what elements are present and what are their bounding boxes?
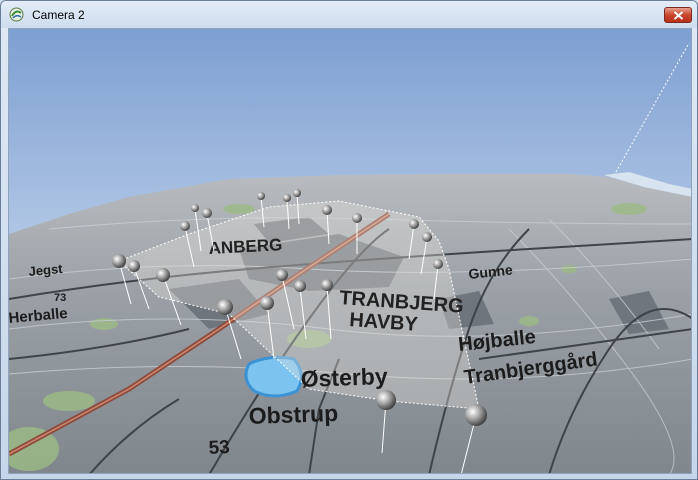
control-point[interactable] xyxy=(202,208,212,218)
control-point[interactable] xyxy=(112,254,126,268)
control-point[interactable] xyxy=(321,279,333,291)
control-point[interactable] xyxy=(276,269,288,281)
label-jegstrup: Jegst xyxy=(28,261,64,279)
close-button[interactable] xyxy=(664,7,692,23)
control-point[interactable] xyxy=(422,232,432,242)
control-point[interactable] xyxy=(465,404,487,426)
control-point[interactable] xyxy=(283,194,291,202)
control-point[interactable] xyxy=(322,205,332,215)
control-point[interactable] xyxy=(293,189,301,197)
control-point[interactable] xyxy=(409,219,419,229)
3d-map-viewport[interactable]: ANBERG TRANBJERG HAVBY Østerby Obstrup H… xyxy=(8,28,692,474)
app-logo-icon xyxy=(9,7,24,22)
control-point[interactable] xyxy=(180,221,190,231)
label-number-73: 73 xyxy=(54,292,66,304)
label-number-53: 53 xyxy=(208,437,230,459)
control-point[interactable] xyxy=(294,280,306,292)
control-point[interactable] xyxy=(433,259,443,269)
control-point[interactable] xyxy=(156,268,170,282)
title-bar[interactable]: Camera 2 xyxy=(1,1,697,28)
label-obstrup: Obstrup xyxy=(248,400,338,429)
control-point[interactable] xyxy=(128,260,140,272)
label-anberg: ANBERG xyxy=(208,235,283,258)
control-point[interactable] xyxy=(376,390,396,410)
terrain-scene: ANBERG TRANBJERG HAVBY Østerby Obstrup H… xyxy=(9,29,691,473)
control-point[interactable] xyxy=(352,213,362,223)
camera-window: Camera 2 ANBERG TRANBJERG HAVBY Østerby … xyxy=(0,0,698,480)
control-point[interactable] xyxy=(260,296,274,310)
window-title: Camera 2 xyxy=(32,8,85,22)
close-icon xyxy=(673,11,684,20)
control-point[interactable] xyxy=(217,299,233,315)
control-point[interactable] xyxy=(191,204,199,212)
label-osterby: Østerby xyxy=(300,363,388,392)
control-point[interactable] xyxy=(257,192,265,200)
